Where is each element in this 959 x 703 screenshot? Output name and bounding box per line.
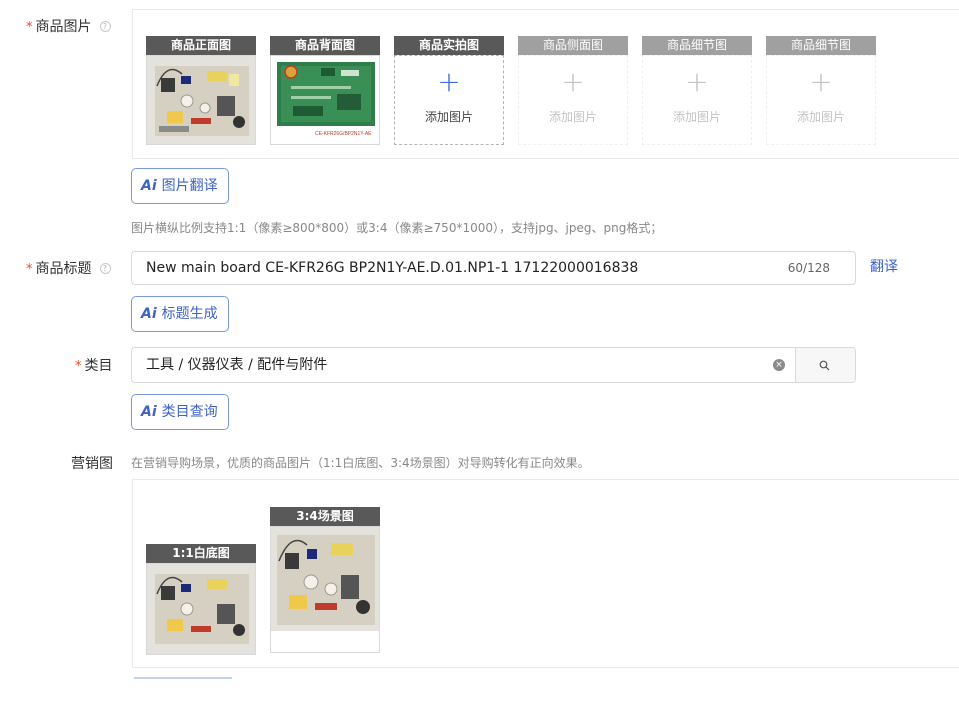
plus-icon: +: [685, 65, 709, 98]
required-mark: *: [26, 262, 33, 277]
plus-icon: +: [437, 65, 461, 98]
image-slot-caption: 商品背面图: [270, 36, 380, 55]
help-icon[interactable]: ?: [99, 263, 111, 274]
add-image-text: 添加图片: [796, 110, 845, 124]
marketing-photo-white-bg[interactable]: [146, 563, 256, 655]
image-slot-caption: 商品细节图: [642, 36, 752, 55]
add-image-button[interactable]: + 添加图片: [642, 55, 752, 145]
required-mark: *: [75, 359, 82, 374]
marketing-label: 营销图: [71, 456, 113, 472]
category-query-button[interactable]: Ai 类目查询: [131, 394, 229, 430]
image-format-hint: 图片横纵比例支持1:1（像素≥800*800）或3:4（像素≥750*1000）…: [131, 221, 663, 235]
add-image-text: 添加图片: [548, 110, 597, 124]
image-slot-caption: 商品细节图: [766, 36, 876, 55]
add-image-button[interactable]: + 添加图片: [766, 55, 876, 145]
image-slot-caption: 商品实拍图: [394, 36, 504, 55]
board-model-text: CE-KFR26G/BP2N1Y-AE: [315, 131, 372, 137]
add-image-text: 添加图片: [672, 110, 721, 124]
image-slot-front[interactable]: 商品正面图: [146, 36, 258, 146]
divider: [134, 677, 232, 679]
ai-icon: Ai: [141, 404, 157, 420]
add-image-button[interactable]: + 添加图片: [518, 55, 628, 145]
add-image-button[interactable]: + 添加图片: [394, 55, 504, 145]
search-icon: [819, 360, 830, 371]
add-image-text: 添加图片: [424, 110, 473, 124]
category-select[interactable]: 工具 / 仪器仪表 / 配件与附件 ×: [131, 347, 856, 383]
help-icon[interactable]: ?: [99, 21, 111, 32]
category-search-button[interactable]: [795, 348, 855, 382]
ai-icon: Ai: [141, 178, 157, 194]
clear-icon[interactable]: ×: [773, 359, 785, 371]
product-title-input[interactable]: New main board CE-KFR26G BP2N1Y-AE.D.01.…: [131, 251, 856, 285]
image-translate-button[interactable]: Ai 图片翻译: [131, 168, 229, 204]
title-generate-button[interactable]: Ai 标题生成: [131, 296, 229, 332]
product-photo-front[interactable]: [146, 55, 256, 145]
product-images-label: * 商品图片?: [26, 16, 111, 36]
image-slot-caption: 商品正面图: [146, 36, 256, 55]
image-slot-detail-2[interactable]: 商品细节图 + 添加图片: [766, 36, 878, 146]
marketing-slot-caption: 3:4场景图: [270, 507, 380, 526]
image-slot-side[interactable]: 商品侧面图 + 添加图片: [518, 36, 630, 146]
marketing-slot-caption: 1:1白底图: [146, 544, 256, 563]
marketing-photo-scene[interactable]: [270, 526, 380, 653]
plus-icon: +: [561, 65, 585, 98]
ai-icon: Ai: [141, 306, 157, 322]
category-value: 工具 / 仪器仪表 / 配件与附件: [146, 357, 328, 373]
image-slot-detail-1[interactable]: 商品细节图 + 添加图片: [642, 36, 754, 146]
category-label: * 类目: [75, 358, 113, 374]
char-counter: 60/128: [787, 261, 830, 275]
product-image-panel: 商品正面图 商品背面图 CE-KFR26G/BP2N1Y-AE 商品实拍图 + …: [132, 9, 959, 159]
image-slot-back[interactable]: 商品背面图 CE-KFR26G/BP2N1Y-AE: [270, 36, 382, 146]
product-title-label: * 商品标题?: [26, 258, 111, 278]
product-photo-back[interactable]: CE-KFR26G/BP2N1Y-AE: [270, 55, 380, 145]
marketing-image-panel: 1:1白底图 3:4场景图: [132, 479, 959, 668]
required-mark: *: [26, 20, 33, 35]
image-slot-real-shot[interactable]: 商品实拍图 + 添加图片: [394, 36, 506, 146]
image-slot-caption: 商品侧面图: [518, 36, 628, 55]
translate-link[interactable]: 翻译: [870, 256, 898, 276]
product-title-value: New main board CE-KFR26G BP2N1Y-AE.D.01.…: [146, 260, 639, 276]
marketing-hint: 在营销导购场景，优质的商品图片（1:1白底图、3:4场景图）对导购转化有正向效果…: [131, 456, 590, 470]
plus-icon: +: [809, 65, 833, 98]
